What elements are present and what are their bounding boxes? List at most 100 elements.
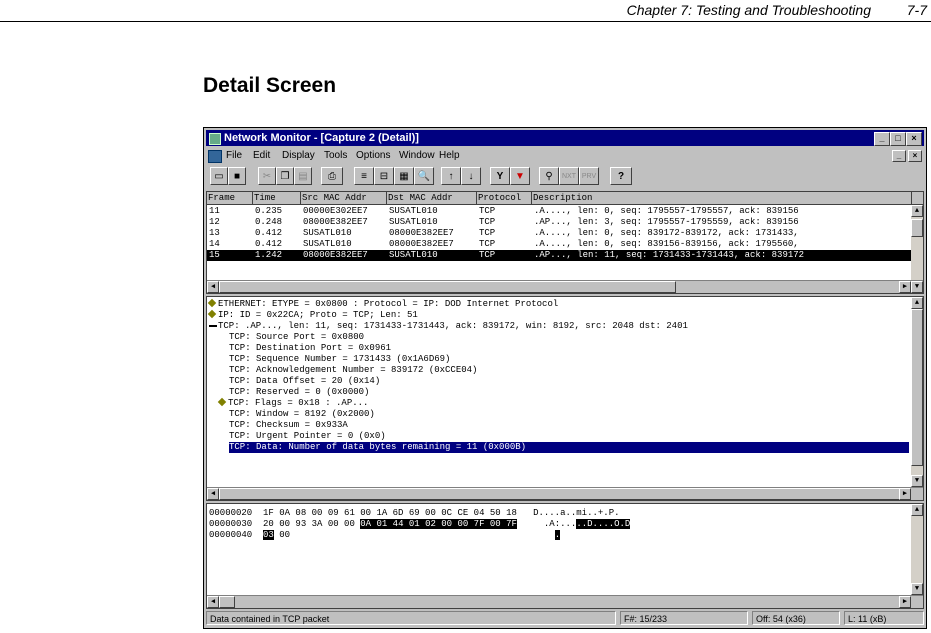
hex-horizontal-scrollbar[interactable]: ◀ ▶ xyxy=(207,595,923,608)
scroll-up-arrow[interactable]: ▲ xyxy=(911,297,923,309)
summary-horizontal-scrollbar[interactable]: ◀ ▶ ▼ xyxy=(207,280,923,293)
detail-horizontal-scrollbar[interactable]: ◀ ▶ xyxy=(207,487,923,500)
frame-row[interactable]: 14 0.412 SUSATL010 08000E382EE7 TCP .A..… xyxy=(207,239,923,250)
scroll-right-arrow[interactable]: ▶ xyxy=(899,281,911,293)
find-icon[interactable]: ⚲ xyxy=(539,167,559,185)
frame-row[interactable]: 13 0.412 SUSATL010 08000E382EE7 TCP .A..… xyxy=(207,228,923,239)
menu-edit[interactable]: Edit xyxy=(253,148,270,164)
window-title: Network Monitor - [Capture 2 (Detail)] xyxy=(224,132,419,144)
scroll-up-arrow[interactable]: ▲ xyxy=(911,205,923,217)
print-icon[interactable]: ⎙ xyxy=(321,167,343,185)
description-cell: .AP..., len: 3, seq: 1795557-1795559, ac… xyxy=(534,217,799,227)
page-number: 7-7 xyxy=(906,2,927,18)
scroll-right-arrow[interactable]: ▶ xyxy=(899,596,911,608)
copy-icon[interactable]: ❐ xyxy=(276,167,294,185)
scroll-thumb[interactable] xyxy=(219,596,235,608)
detail-line[interactable]: TCP: Sequence Number = 1731433 (0x1A6D69… xyxy=(229,354,450,365)
mdi-restore-button[interactable]: _ xyxy=(892,150,906,162)
help-icon[interactable]: ? xyxy=(610,167,632,185)
summary-vertical-scrollbar[interactable]: ▲ xyxy=(911,205,923,280)
menu-display[interactable]: Display xyxy=(282,148,315,164)
find-next-icon[interactable]: NXT xyxy=(559,167,579,185)
close-button[interactable]: × xyxy=(906,132,922,146)
collapse-icon[interactable] xyxy=(209,324,217,327)
scroll-left-arrow[interactable]: ◀ xyxy=(207,488,219,500)
column-frame[interactable]: Frame xyxy=(207,192,253,204)
scroll-up-arrow[interactable]: ▲ xyxy=(911,504,923,516)
column-dst-mac[interactable]: Dst MAC Addr xyxy=(387,192,477,204)
frame-row[interactable]: 11 0.235 00000E302EE7 SUSATL010 TCP .A..… xyxy=(207,206,923,217)
scroll-right-arrow[interactable]: ▶ xyxy=(899,488,911,500)
detail-line[interactable]: TCP: Urgent Pointer = 0 (0x0) xyxy=(229,431,386,442)
detail-line-tcp[interactable]: TCP: .AP..., len: 11, seq: 1731433-17314… xyxy=(209,321,688,332)
open-icon[interactable]: ▭ xyxy=(210,167,228,185)
frame-row[interactable]: 12 0.248 08000E382EE7 SUSATL010 TCP .AP.… xyxy=(207,217,923,228)
scroll-thumb[interactable] xyxy=(219,281,676,293)
detail-vertical-scrollbar[interactable]: ▲ ▼ xyxy=(911,297,923,487)
expand-icon[interactable] xyxy=(207,309,217,319)
next-frame-icon[interactable]: ↓ xyxy=(461,167,481,185)
detail-line-ip[interactable]: IP: ID = 0x22CA; Proto = TCP; Len: 51 xyxy=(207,309,418,321)
detail-line[interactable]: TCP: Source Port = 0x0800 xyxy=(229,332,364,343)
hex-line[interactable]: 00000030 20 00 93 3A 00 00 0A 01 44 01 0… xyxy=(209,519,631,530)
menu-tools[interactable]: Tools xyxy=(324,148,347,164)
dst-cell: 08000E382EE7 xyxy=(389,228,454,238)
detail-line[interactable]: TCP: Destination Port = 0x0961 xyxy=(229,343,391,354)
hex-line[interactable]: 00000020 1F 0A 08 00 09 61 00 1A 6D 69 0… xyxy=(209,508,620,519)
detail-line[interactable]: TCP: Data Offset = 20 (0x14) xyxy=(229,376,380,387)
scroll-down-arrow[interactable]: ▼ xyxy=(911,475,923,487)
scroll-thumb[interactable] xyxy=(911,309,923,466)
document-icon[interactable] xyxy=(208,150,222,163)
detail-pane-icon[interactable]: ⊟ xyxy=(374,167,394,185)
scroll-thumb[interactable] xyxy=(911,219,923,237)
column-src-mac[interactable]: Src MAC Addr xyxy=(301,192,387,204)
title-bar[interactable]: Network Monitor - [Capture 2 (Detail)] _… xyxy=(206,130,924,146)
menu-help[interactable]: Help xyxy=(439,148,460,164)
detail-pane: ETHERNET: ETYPE = 0x0800 : Protocol = IP… xyxy=(206,296,924,501)
previous-frame-icon[interactable]: ↑ xyxy=(441,167,461,185)
detail-line[interactable]: TCP: Checksum = 0x933A xyxy=(229,420,348,431)
filter-icon[interactable]: Y xyxy=(490,167,510,185)
hex-ascii: .A:... xyxy=(533,519,577,529)
app-icon[interactable] xyxy=(209,133,221,145)
save-icon[interactable]: ■ xyxy=(228,167,246,185)
column-time[interactable]: Time xyxy=(253,192,301,204)
hex-vertical-scrollbar[interactable]: ▲ ▼ xyxy=(911,504,923,595)
status-message: Data contained in TCP packet xyxy=(206,611,616,625)
hex-line[interactable]: 00000040 03 00 . xyxy=(209,530,561,541)
detail-line-selected[interactable]: TCP: Data: Number of data bytes remainin… xyxy=(229,442,909,453)
summary-pane-icon[interactable]: ≡ xyxy=(354,167,374,185)
scroll-left-arrow[interactable]: ◀ xyxy=(207,596,219,608)
summary-column-header: Frame Time Src MAC Addr Dst MAC Addr Pro… xyxy=(207,192,923,205)
menu-options[interactable]: Options xyxy=(356,148,390,164)
maximize-button[interactable]: □ xyxy=(890,132,906,146)
hex-pane-icon[interactable]: ▦ xyxy=(394,167,414,185)
chapter-title: Chapter 7: Testing and Troubleshooting xyxy=(626,2,871,18)
expand-icon[interactable] xyxy=(217,397,227,407)
frame-row-selected[interactable]: 15 1.242 08000E382EE7 SUSATL010 TCP .AP.… xyxy=(207,250,923,261)
detail-line-ethernet[interactable]: ETHERNET: ETYPE = 0x0800 : Protocol = IP… xyxy=(207,298,558,310)
detail-line[interactable]: TCP: Window = 8192 (0x2000) xyxy=(229,409,375,420)
menu-window[interactable]: Window xyxy=(399,148,435,164)
detail-line[interactable]: TCP: Acknowledgement Number = 839172 (0x… xyxy=(229,365,477,376)
column-protocol[interactable]: Protocol xyxy=(477,192,532,204)
column-description[interactable]: Description xyxy=(532,192,912,204)
scroll-thumb[interactable] xyxy=(219,488,901,500)
detail-text: IP: ID = 0x22CA; Proto = TCP; Len: 51 xyxy=(218,310,418,320)
filter-on-icon[interactable]: ▼ xyxy=(510,167,530,185)
expand-icon[interactable] xyxy=(207,298,217,308)
scroll-down-arrow[interactable]: ▼ xyxy=(911,281,923,293)
menu-file[interactable]: File xyxy=(226,148,242,164)
protocol-cell: TCP xyxy=(479,228,496,238)
hex-offset: 00000040 xyxy=(209,530,253,540)
minimize-button[interactable]: _ xyxy=(874,132,890,146)
detail-line[interactable]: TCP: Reserved = 0 (0x0000) xyxy=(229,387,369,398)
scroll-down-arrow[interactable]: ▼ xyxy=(911,583,923,595)
zoom-icon[interactable]: 🔍 xyxy=(414,167,434,185)
scroll-left-arrow[interactable]: ◀ xyxy=(207,281,219,293)
paste-icon[interactable]: ▤ xyxy=(294,167,312,185)
mdi-close-button[interactable]: × xyxy=(908,150,922,162)
find-previous-icon[interactable]: PRV xyxy=(579,167,599,185)
detail-line-flags[interactable]: TCP: Flags = 0x18 : .AP... xyxy=(217,397,368,409)
cut-icon[interactable]: ✂ xyxy=(258,167,276,185)
